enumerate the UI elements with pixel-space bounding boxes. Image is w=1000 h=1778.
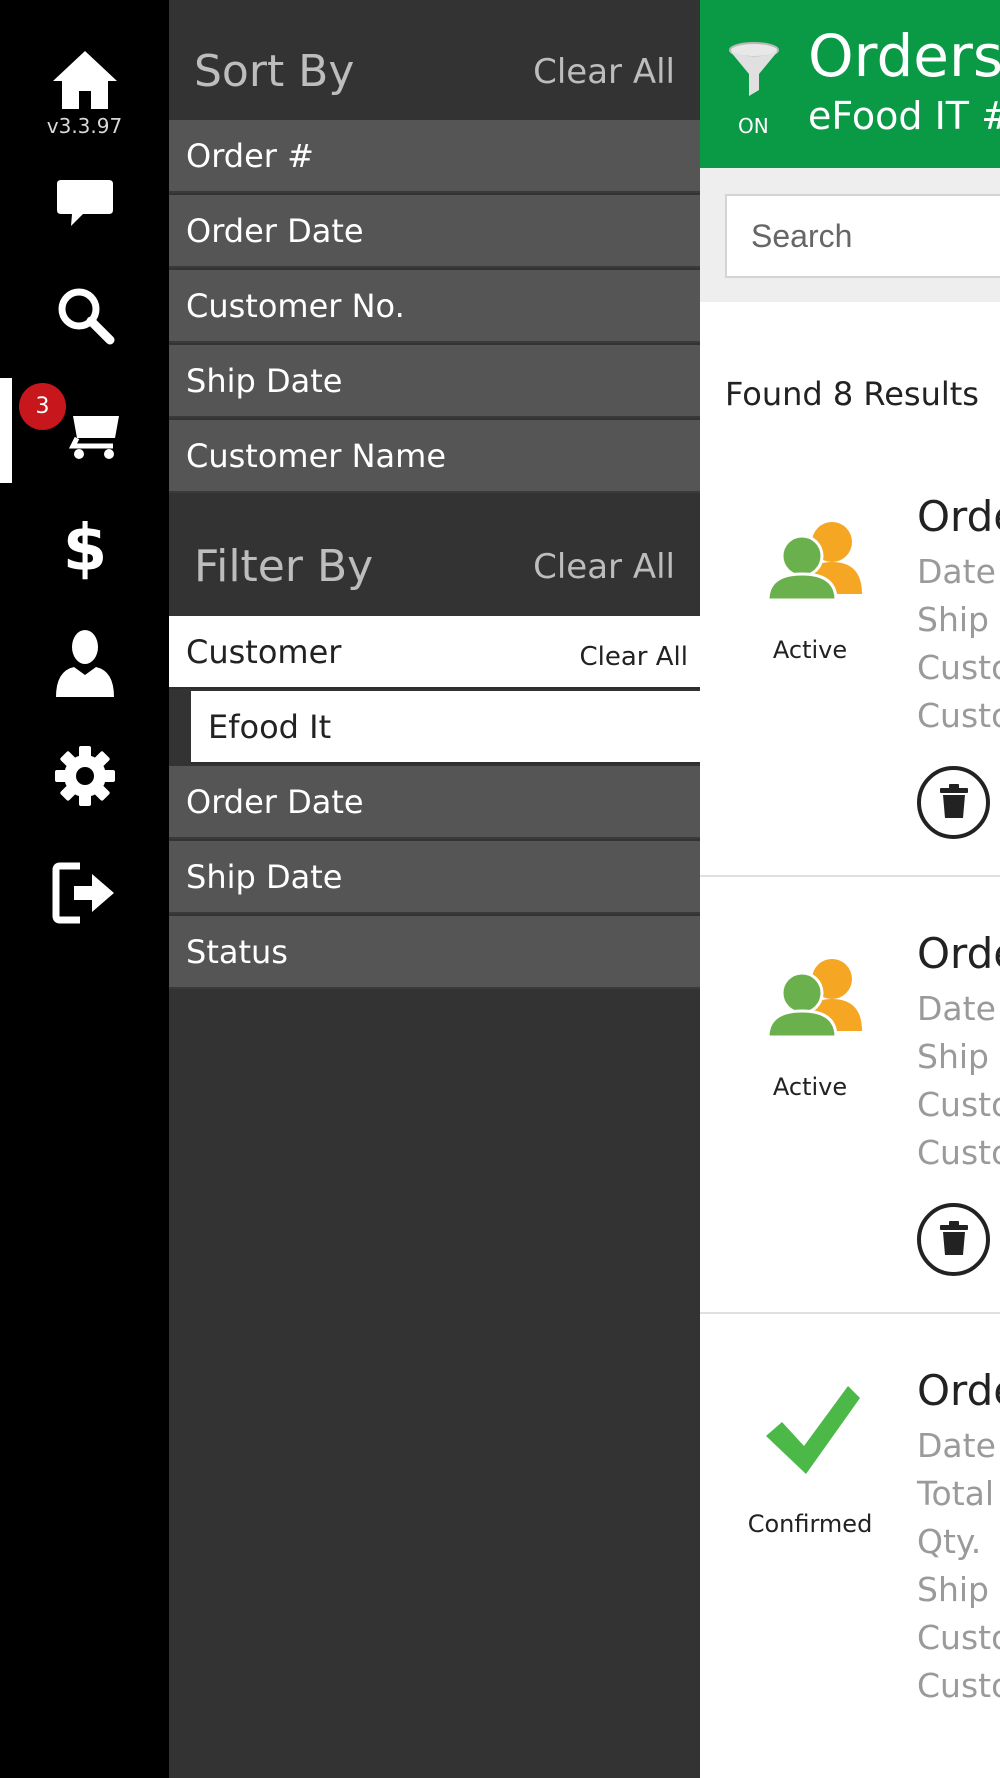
order-card[interactable]: Active Order Date Ship D Custo Custo xyxy=(700,440,1000,877)
gear-icon xyxy=(54,745,116,807)
cart-icon xyxy=(63,402,121,460)
order-field-customer: Custo xyxy=(917,1133,1000,1172)
order-field-customer: Custo xyxy=(917,1666,1000,1705)
filter-option-order-date[interactable]: Order Date xyxy=(169,766,700,839)
account-button[interactable] xyxy=(0,625,169,700)
filter-customer[interactable]: Customer Clear All xyxy=(169,616,700,689)
svg-text:$: $ xyxy=(65,514,105,580)
logout-button[interactable] xyxy=(0,855,169,930)
search-bar xyxy=(700,168,1000,302)
sort-header: Sort By Clear All xyxy=(169,0,700,110)
order-field-date: Date xyxy=(917,1426,996,1465)
orders-panel: ON Orders eFood IT #9 Found 8 Results Ac… xyxy=(700,0,1000,1778)
customer-subtitle: eFood IT #9 xyxy=(808,94,1000,138)
filter-customer-value-row: Efood It xyxy=(169,691,700,764)
trash-icon xyxy=(939,783,968,822)
filter-customer-selected-value[interactable]: Efood It xyxy=(191,691,700,764)
cart-count-badge: 3 xyxy=(19,383,66,430)
delete-order-button[interactable] xyxy=(917,1203,990,1276)
order-field-customer: Custo xyxy=(917,648,1000,687)
pricing-button[interactable]: $ xyxy=(0,512,169,582)
order-card[interactable]: Confirmed Order Date Total Qty. Ship D C… xyxy=(700,1314,1000,1778)
order-title: Order xyxy=(917,492,1000,541)
dollar-icon: $ xyxy=(65,514,105,580)
trash-icon xyxy=(939,1220,968,1259)
filter-toggle-button[interactable] xyxy=(728,42,780,102)
order-field-customer: Custo xyxy=(917,1085,1000,1124)
filter-customer-label: Customer xyxy=(186,632,342,671)
chat-bubble-icon xyxy=(55,178,115,230)
order-field-customer: Custo xyxy=(917,1618,1000,1657)
order-field-ship-date: Ship D xyxy=(917,600,1000,639)
order-field-date: Date xyxy=(917,552,996,591)
home-icon xyxy=(51,49,119,111)
order-field-qty: Qty. xyxy=(917,1522,982,1561)
order-status-label: Confirmed xyxy=(747,1510,873,1538)
filter-header: Filter By Clear All xyxy=(169,495,700,605)
page-title: Orders xyxy=(808,22,1000,90)
app-version: v3.3.97 xyxy=(46,114,123,138)
order-status-label: Active xyxy=(772,636,848,664)
home-button[interactable] xyxy=(0,45,169,115)
results-count: Found 8 Results xyxy=(725,375,979,413)
user-icon xyxy=(52,627,118,699)
delete-order-button[interactable] xyxy=(917,766,990,839)
settings-button[interactable] xyxy=(0,740,169,812)
customers-active-icon xyxy=(762,514,872,604)
order-field-date: Date xyxy=(917,989,996,1028)
order-title: Order xyxy=(917,1366,1000,1415)
nav-sidebar: v3.3.97 3 $ xyxy=(0,0,169,1778)
filter-option-ship-date[interactable]: Ship Date xyxy=(169,841,700,914)
order-status-label: Active xyxy=(772,1073,848,1101)
filter-title: Filter By xyxy=(194,541,374,592)
filter-clear-all-button[interactable]: Clear All xyxy=(533,547,675,587)
filter-state-label: ON xyxy=(738,114,769,138)
customers-active-icon xyxy=(762,951,872,1041)
filter-option-status[interactable]: Status xyxy=(169,916,700,989)
sort-filter-drawer: Sort By Clear All Order # Order Date Cus… xyxy=(169,0,700,1778)
messages-button[interactable] xyxy=(0,168,169,240)
search-input[interactable] xyxy=(725,194,1000,278)
sort-option-ship-date[interactable]: Ship Date xyxy=(169,345,700,418)
order-field-ship-date: Ship D xyxy=(917,1570,1000,1609)
search-button[interactable] xyxy=(0,280,169,350)
order-field-customer: Custo xyxy=(917,696,1000,735)
sort-title: Sort By xyxy=(194,46,355,97)
sort-clear-all-button[interactable]: Clear All xyxy=(533,52,675,92)
search-icon xyxy=(55,285,115,345)
order-card[interactable]: Active Order Date Ship D Custo Custo xyxy=(700,877,1000,1314)
sort-option-customer-name[interactable]: Customer Name xyxy=(169,420,700,493)
sort-option-order-number[interactable]: Order # xyxy=(169,120,700,193)
checkmark-confirmed-icon xyxy=(762,1382,862,1482)
filter-customer-clear-all-button[interactable]: Clear All xyxy=(580,642,689,672)
sort-option-customer-no[interactable]: Customer No. xyxy=(169,270,700,343)
order-field-ship-date: Ship D xyxy=(917,1037,1000,1076)
order-field-total: Total xyxy=(917,1474,995,1513)
order-title: Order xyxy=(917,929,1000,978)
orders-header: ON Orders eFood IT #9 xyxy=(700,0,1000,168)
logout-icon xyxy=(52,860,118,926)
sort-option-order-date[interactable]: Order Date xyxy=(169,195,700,268)
funnel-icon xyxy=(728,42,780,102)
